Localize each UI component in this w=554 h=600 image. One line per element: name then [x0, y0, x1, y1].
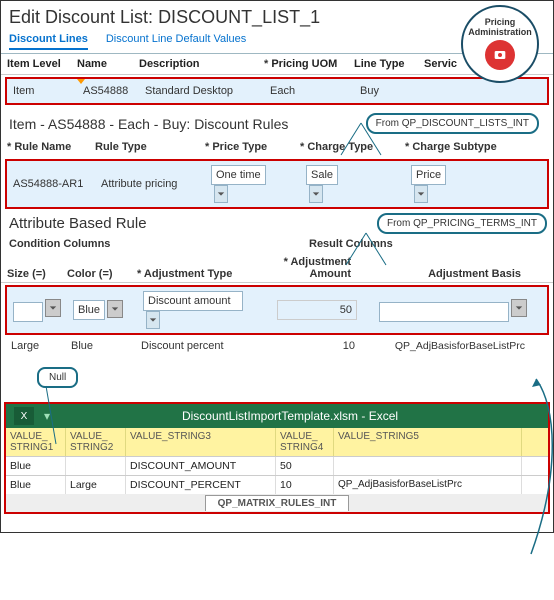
- excel-row-1[interactable]: Blue DISCOUNT_AMOUNT 50: [6, 456, 548, 475]
- matrix-row-2[interactable]: Large Blue Discount percent 10 QP_AdjBas…: [1, 337, 553, 355]
- cell-size-2: Large: [11, 340, 71, 352]
- col-adj-amount[interactable]: * AdjustmentAmount* Adjustment Amount: [267, 256, 357, 280]
- cell-rule-name: AS54888-AR1: [13, 178, 101, 190]
- rules-header-row: * Rule Name Rule Type * Price Type * Cha…: [1, 137, 553, 157]
- cell-name: AS54888: [83, 85, 145, 97]
- col-charge-subtype[interactable]: * Charge Subtype: [405, 141, 525, 153]
- cell-line-type: Buy: [360, 85, 430, 97]
- col-rule-type[interactable]: Rule Type: [95, 141, 205, 153]
- col-item-level[interactable]: Item Level: [7, 58, 77, 70]
- excel-col-3[interactable]: VALUE_STRING3: [126, 428, 276, 456]
- excel-col-4[interactable]: VALUE_ STRING4: [276, 428, 334, 456]
- cell-adjamt-2: 10: [271, 340, 361, 352]
- col-line-type[interactable]: Line Type: [354, 58, 424, 70]
- charge-type-select[interactable]: Sale: [306, 165, 411, 203]
- excel-title-bar: X ▾ DiscountListImportTemplate.xlsm - Ex…: [6, 404, 548, 428]
- null-annotation: Null: [37, 367, 78, 388]
- discount-rules-title: Item - AS54888 - Each - Buy: Discount Ru…: [9, 116, 288, 132]
- col-size[interactable]: Size (=): [7, 268, 67, 280]
- annotation-discount-lists: From QP_DISCOUNT_LISTS_INT: [366, 113, 539, 134]
- col-charge-type[interactable]: * Charge Type: [300, 141, 405, 153]
- excel-icon: X: [14, 407, 34, 425]
- tab-discount-lines[interactable]: Discount Lines: [9, 30, 88, 50]
- caret-down-icon[interactable]: [511, 299, 527, 317]
- chevron-down-icon[interactable]: [146, 311, 160, 329]
- sheet-tab-active[interactable]: QP_MATRIX_RULES_INT: [205, 495, 350, 511]
- col-pricing-uom[interactable]: * * Pricing UOMPricing UOM: [264, 58, 354, 70]
- col-rule-name[interactable]: * Rule Name: [7, 141, 95, 153]
- cell-color-2: Blue: [71, 340, 141, 352]
- caret-down-icon[interactable]: [45, 299, 61, 317]
- chevron-down-icon[interactable]: [214, 185, 228, 203]
- chevron-down-icon[interactable]: [309, 185, 323, 203]
- attribute-rule-title: Attribute Based Rule: [1, 211, 155, 236]
- excel-col-2[interactable]: VALUE_ STRING2: [66, 428, 126, 456]
- adjamt-input-1[interactable]: 50: [273, 300, 363, 320]
- matrix-header-row: Size (=) Color (=) * Adjustment Type * A…: [1, 252, 553, 283]
- cell-description: Standard Desktop: [145, 85, 270, 97]
- row-marker-icon: [77, 79, 85, 84]
- items-data-row[interactable]: Item AS54888 Standard Desktop Each Buy: [5, 77, 549, 105]
- col-color[interactable]: Color (=): [67, 268, 137, 280]
- rules-data-row[interactable]: AS54888-AR1 Attribute pricing One time S…: [5, 159, 549, 209]
- matrix-row-1[interactable]: Blue Discount amount 50: [5, 285, 549, 335]
- chevron-down-icon[interactable]: [414, 185, 428, 203]
- charge-subtype-select[interactable]: Price: [411, 165, 531, 203]
- excel-col-5[interactable]: VALUE_STRING5: [334, 428, 522, 456]
- adjbasis-select-1[interactable]: [363, 299, 533, 322]
- excel-window: X ▾ DiscountListImportTemplate.xlsm - Ex…: [4, 402, 550, 514]
- caret-down-icon[interactable]: [107, 300, 123, 318]
- cell-item-level: Item: [13, 85, 83, 97]
- excel-filename: DiscountListImportTemplate.xlsm - Excel: [56, 409, 524, 423]
- size-select-1[interactable]: [13, 299, 73, 322]
- excel-row-2[interactable]: Blue Large DISCOUNT_PERCENT 10 QP_AdjBas…: [6, 475, 548, 494]
- excel-header-row: VALUE_ STRING1 VALUE_ STRING2 VALUE_STRI…: [6, 428, 548, 456]
- condition-columns-label: Condition Columns: [9, 238, 309, 250]
- col-adj-type[interactable]: * Adjustment Type: [137, 268, 267, 280]
- pricing-admin-badge: Pricing Administration: [461, 5, 539, 83]
- cell-adjbasis-2: QP_AdjBasisforBaseListPrc: [361, 340, 531, 352]
- col-price-type[interactable]: * Price Type: [205, 141, 300, 153]
- col-adj-basis[interactable]: Adjustment Basis: [357, 268, 527, 280]
- color-select-1[interactable]: Blue: [73, 300, 143, 320]
- tab-default-values[interactable]: Discount Line Default Values: [106, 30, 246, 50]
- col-name[interactable]: Name: [77, 58, 139, 70]
- excel-col-1[interactable]: VALUE_ STRING1: [6, 428, 66, 456]
- cell-adjtype-2: Discount percent: [141, 340, 271, 352]
- cell-rule-type: Attribute pricing: [101, 178, 211, 190]
- badge-line2: Administration: [468, 28, 532, 38]
- col-description[interactable]: Description: [139, 58, 264, 70]
- price-type-select[interactable]: One time: [211, 165, 306, 203]
- annotation-pricing-terms: From QP_PRICING_TERMS_INT: [377, 213, 547, 234]
- excel-sheet-tabs: QP_MATRIX_RULES_INT: [6, 494, 548, 512]
- result-columns-label: Result Columns: [309, 238, 393, 250]
- pricing-admin-icon: [485, 40, 515, 70]
- cell-uom: Each: [270, 85, 360, 97]
- adjtype-select-1[interactable]: Discount amount: [143, 291, 273, 329]
